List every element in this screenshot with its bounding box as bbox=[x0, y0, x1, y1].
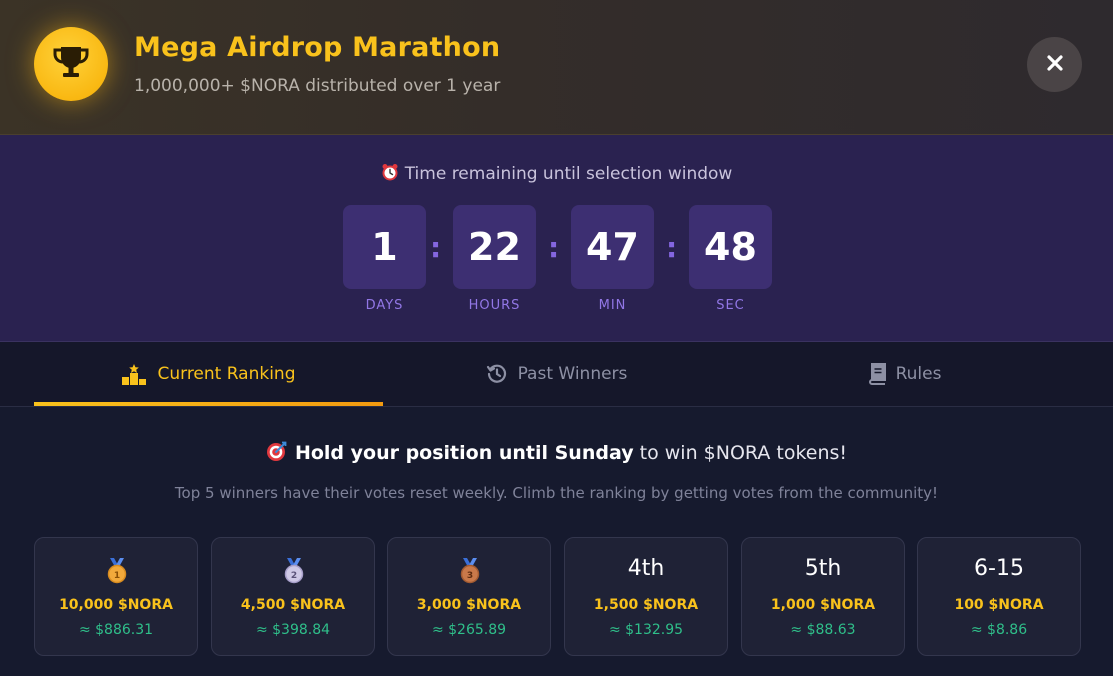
svg-text:3: 3 bbox=[467, 571, 473, 581]
prize-card-3rd: 3 3,000 $NORA ≈ $265.89 bbox=[387, 537, 551, 656]
prize-amount: 1,500 $NORA bbox=[593, 597, 699, 613]
tab-label: Rules bbox=[895, 364, 942, 384]
prize-usd: ≈ $265.89 bbox=[431, 622, 507, 638]
close-button[interactable] bbox=[1027, 37, 1082, 92]
tab-past-winners[interactable]: Past Winners bbox=[383, 342, 730, 406]
prize-rank: 4th bbox=[627, 556, 665, 581]
countdown-hours-label: HOURS bbox=[468, 298, 521, 313]
countdown-days: 1 DAYS bbox=[343, 205, 426, 313]
bronze-medal-icon: 3 bbox=[458, 558, 482, 588]
podium-icon bbox=[121, 363, 147, 385]
ranking-subline: Top 5 winners have their votes reset wee… bbox=[174, 484, 939, 502]
prize-usd: ≈ $88.63 bbox=[790, 622, 856, 638]
countdown-seconds: 48 SEC bbox=[689, 205, 772, 313]
countdown-panel: Time remaining until selection window 1 … bbox=[0, 135, 1113, 342]
prize-rank: 6-15 bbox=[974, 556, 1024, 581]
prize-card-4th: 4th 1,500 $NORA ≈ $132.95 bbox=[564, 537, 728, 656]
prize-usd: ≈ $8.86 bbox=[970, 622, 1028, 638]
silver-medal-icon: 2 bbox=[282, 558, 306, 588]
close-icon[interactable] bbox=[1046, 54, 1064, 76]
prize-card-1st: 1 10,000 $NORA ≈ $886.31 bbox=[34, 537, 198, 656]
prize-amount: 100 $NORA bbox=[954, 597, 1044, 613]
countdown-minutes-value: 47 bbox=[571, 205, 654, 289]
prize-amount: 1,000 $NORA bbox=[770, 597, 876, 613]
countdown-seconds-value: 48 bbox=[689, 205, 772, 289]
prize-amount: 3,000 $NORA bbox=[416, 597, 522, 613]
prize-amount: 10,000 $NORA bbox=[59, 597, 173, 613]
countdown-minutes-label: MIN bbox=[598, 298, 627, 313]
countdown-label: Time remaining until selection window bbox=[0, 163, 1113, 186]
prize-card-6-15: 6-15 100 $NORA ≈ $8.86 bbox=[917, 537, 1081, 656]
countdown-separator: : bbox=[430, 231, 442, 264]
tab-bar: Current Ranking Past Winners Rules bbox=[0, 342, 1113, 407]
countdown-hours-value: 22 bbox=[453, 205, 536, 289]
prize-amount: 4,500 $NORA bbox=[240, 597, 346, 613]
headline-bold: Hold your position until Sunday bbox=[294, 442, 634, 464]
prize-rank: 5th bbox=[804, 556, 842, 581]
countdown-minutes: 47 MIN bbox=[571, 205, 654, 313]
svg-text:2: 2 bbox=[291, 571, 297, 581]
target-icon bbox=[266, 441, 287, 467]
prize-usd: ≈ $398.84 bbox=[255, 622, 331, 638]
tab-label: Past Winners bbox=[517, 364, 628, 384]
countdown-separator: : bbox=[666, 231, 678, 264]
book-icon bbox=[868, 363, 886, 385]
gold-medal-icon: 1 bbox=[105, 558, 129, 588]
prize-card-5th: 5th 1,000 $NORA ≈ $88.63 bbox=[741, 537, 905, 656]
ranking-headline: Hold your position until Sunday to win $… bbox=[0, 441, 1113, 467]
tab-label: Current Ranking bbox=[157, 364, 296, 384]
headline-rest: to win $NORA tokens! bbox=[633, 442, 848, 464]
prize-card-2nd: 2 4,500 $NORA ≈ $398.84 bbox=[211, 537, 375, 656]
trophy-icon bbox=[52, 44, 90, 84]
modal-title: Mega Airdrop Marathon bbox=[134, 32, 501, 63]
countdown-days-label: DAYS bbox=[365, 298, 404, 313]
modal-header: Mega Airdrop Marathon 1,000,000+ $NORA d… bbox=[0, 0, 1113, 135]
ranking-content: Hold your position until Sunday to win $… bbox=[0, 407, 1113, 676]
countdown-days-value: 1 bbox=[343, 205, 426, 289]
tab-rules[interactable]: Rules bbox=[730, 342, 1079, 406]
tab-current-ranking[interactable]: Current Ranking bbox=[34, 342, 383, 406]
countdown-separator: : bbox=[548, 231, 560, 264]
countdown-hours: 22 HOURS bbox=[453, 205, 536, 313]
alarm-clock-icon bbox=[381, 163, 399, 186]
prize-usd: ≈ $886.31 bbox=[78, 622, 154, 638]
prize-usd: ≈ $132.95 bbox=[608, 622, 684, 638]
active-tab-indicator bbox=[34, 402, 383, 406]
countdown-seconds-label: SEC bbox=[716, 298, 745, 313]
history-icon bbox=[486, 363, 508, 385]
countdown-label-text: Time remaining until selection window bbox=[404, 164, 733, 184]
trophy-badge bbox=[34, 27, 108, 101]
modal-subtitle: 1,000,000+ $NORA distributed over 1 year bbox=[134, 76, 501, 96]
svg-text:1: 1 bbox=[114, 571, 120, 581]
